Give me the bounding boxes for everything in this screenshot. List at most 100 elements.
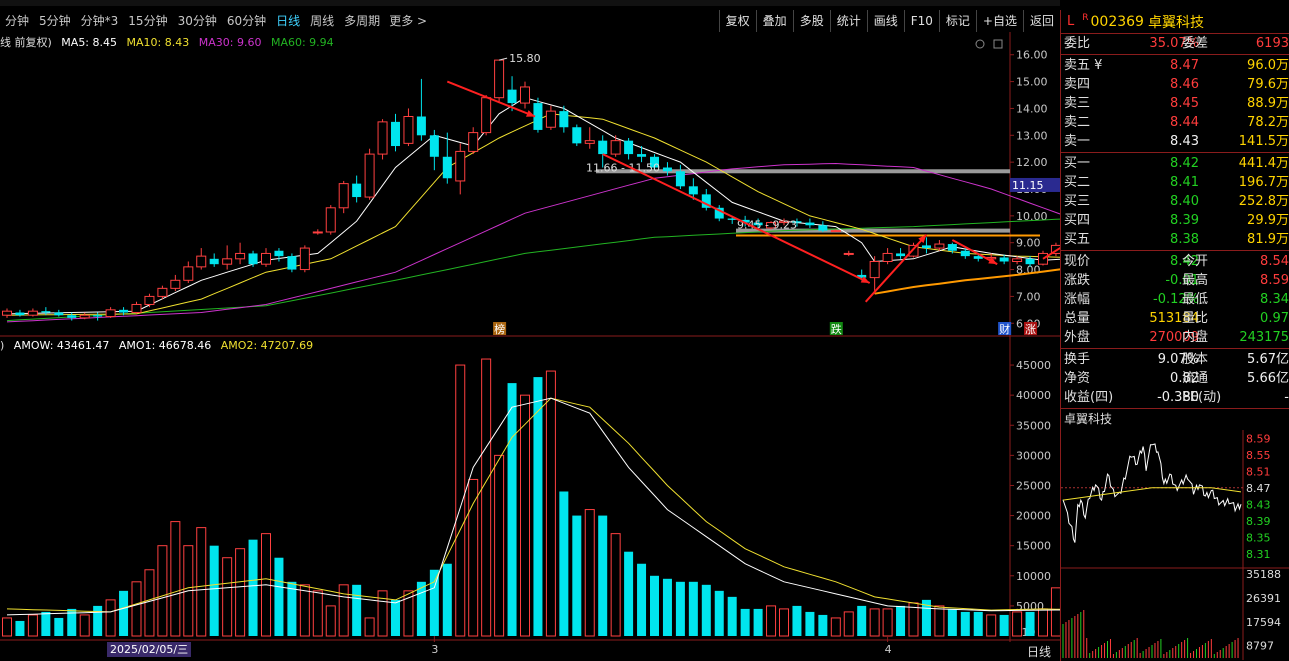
period-tab-7[interactable]: 周线 bbox=[305, 10, 339, 32]
volume-bar bbox=[637, 563, 647, 636]
quote-value-2: 8.59 bbox=[1260, 273, 1289, 288]
period-tab-6[interactable]: 日线 bbox=[271, 10, 305, 32]
tool-button-0[interactable]: 复权 bbox=[718, 10, 756, 32]
quote-value: 8.44 bbox=[1170, 115, 1199, 130]
tool-button-4[interactable]: 画线 bbox=[866, 10, 904, 32]
candle-body bbox=[507, 89, 517, 104]
candle-body bbox=[610, 140, 621, 155]
quote-row: 净资 0.82 流通 5.66亿 bbox=[1061, 369, 1289, 388]
quote-label: 卖四 bbox=[1064, 77, 1091, 92]
candle-body bbox=[869, 261, 880, 279]
vol-tick-label: 15000 bbox=[1016, 540, 1051, 553]
period-tab-2[interactable]: 分钟*3 bbox=[76, 10, 124, 32]
volume-bar bbox=[843, 611, 854, 637]
tool-button-6[interactable]: 标记 bbox=[938, 10, 976, 32]
quote-value-2: 141.5万 bbox=[1238, 134, 1289, 149]
candle-body bbox=[312, 231, 323, 234]
candle-body bbox=[131, 303, 142, 314]
top-strip bbox=[0, 0, 1060, 6]
quote-row: 买三 8.40 252.8万 bbox=[1061, 192, 1289, 211]
settings-icon bbox=[975, 39, 985, 49]
candle-body bbox=[261, 252, 271, 265]
candle-body bbox=[442, 156, 452, 179]
quote-value-2: 8.54 bbox=[1260, 254, 1289, 269]
volume-bar bbox=[209, 545, 219, 636]
volume-bar bbox=[352, 584, 362, 636]
tool-button-3[interactable]: 统计 bbox=[829, 10, 867, 32]
candle-body bbox=[352, 183, 362, 198]
volume-bar bbox=[805, 611, 815, 636]
quote-label: 涨跌 bbox=[1064, 273, 1091, 288]
candle-body bbox=[843, 252, 854, 255]
tool-button-1[interactable]: 叠加 bbox=[755, 10, 793, 32]
candle-body bbox=[675, 171, 685, 187]
mini-vol-tick: 8797 bbox=[1246, 640, 1274, 653]
period-toolbar: 分钟 5分钟 分钟*3 15分钟 30分钟 60分钟 日线 周线 多周期 更多 > 复权 叠加 多股… bbox=[0, 10, 1060, 32]
event-marker-2: 财 bbox=[999, 322, 1010, 336]
candle-body bbox=[688, 186, 698, 195]
period-tab-5[interactable]: 60分钟 bbox=[222, 10, 271, 32]
volume-bar bbox=[1025, 611, 1035, 636]
candle-body bbox=[624, 140, 634, 155]
vol-tick-label: 35000 bbox=[1016, 419, 1051, 432]
quote-separator bbox=[1061, 152, 1289, 153]
mini-price-line bbox=[1062, 443, 1242, 543]
volume-bar bbox=[818, 614, 828, 636]
stock-header: L R 002369 卓翼科技 bbox=[1061, 10, 1289, 34]
period-tab-0[interactable]: 分钟 bbox=[0, 10, 34, 32]
candle-body bbox=[222, 258, 233, 265]
tool-button-2[interactable]: 多股 bbox=[792, 10, 830, 32]
quote-value-2: 196.7万 bbox=[1238, 175, 1289, 190]
candle-body bbox=[494, 59, 505, 99]
price-tick-label: 7.00 bbox=[1016, 290, 1041, 303]
volume-bar bbox=[248, 539, 258, 636]
volume-bar bbox=[442, 563, 452, 636]
volume-bar bbox=[170, 521, 181, 637]
candle-body bbox=[598, 140, 608, 155]
candle-body bbox=[119, 309, 129, 313]
candle-body bbox=[54, 312, 64, 316]
period-tab-1[interactable]: 5分钟 bbox=[34, 10, 76, 32]
quote-value-2: 88.9万 bbox=[1247, 96, 1289, 111]
candle-body bbox=[170, 279, 181, 289]
volume-bar bbox=[507, 383, 517, 636]
quote-value-2: 78.2万 bbox=[1247, 115, 1289, 130]
candle-body bbox=[325, 207, 336, 233]
period-tab-3[interactable]: 15分钟 bbox=[123, 10, 172, 32]
volume-bar bbox=[2, 617, 12, 637]
tool-button-5[interactable]: F10 bbox=[903, 10, 939, 32]
more-periods-button[interactable]: 更多 > bbox=[385, 10, 431, 32]
quote-value: 8.46 bbox=[1170, 77, 1199, 92]
kline-chart[interactable]: 6.007.008.009.0010.0011.0012.0013.0014.0… bbox=[0, 32, 1060, 642]
candle-body bbox=[637, 154, 647, 157]
volume-bar bbox=[675, 581, 685, 636]
mini-vol-tick: 35188 bbox=[1246, 568, 1281, 581]
mini-separator bbox=[1061, 408, 1289, 409]
intraday-chart[interactable]: 8.59 8.55 8.51 8.47 8.43 8.39 8.35 8.31 35188 263… bbox=[1061, 430, 1289, 661]
quote-label: 卖三 bbox=[1064, 96, 1091, 111]
volume-bar bbox=[520, 394, 530, 637]
volume-bar bbox=[869, 608, 880, 637]
quote-value: 8.43 bbox=[1170, 134, 1199, 149]
quote-row: 卖五 ¥ 8.47 96.0万 bbox=[1061, 56, 1289, 75]
quote-rows: 委比 35.07% 委差 6193 卖五 ¥8.47 96.0万 卖四 8.46 79.6万 卖三… bbox=[1061, 34, 1289, 407]
tool-button-8[interactable]: 返回 bbox=[1022, 10, 1060, 32]
volume-bar bbox=[688, 581, 698, 636]
dayline-button[interactable]: 日线 bbox=[1018, 643, 1060, 660]
volume-bar bbox=[533, 377, 543, 636]
quote-row: 换手 9.07% 股本 5.67亿 bbox=[1061, 350, 1289, 369]
period-tab-8[interactable]: 多周期 bbox=[339, 10, 385, 32]
volume-bar bbox=[1012, 611, 1023, 637]
volume-bar bbox=[429, 569, 439, 636]
candle-body bbox=[377, 121, 388, 155]
quote-label-2: PE(动) bbox=[1182, 390, 1222, 405]
tool-button-7[interactable]: +自选 bbox=[975, 10, 1023, 32]
quote-row: 卖四 8.46 79.6万 bbox=[1061, 75, 1289, 94]
event-marker-1: 跌 bbox=[831, 322, 842, 336]
volume-bar bbox=[54, 617, 64, 636]
candle-body bbox=[93, 315, 103, 317]
period-tab-4[interactable]: 30分钟 bbox=[173, 10, 222, 32]
quote-row: 买五 8.38 81.9万 bbox=[1061, 230, 1289, 249]
quote-label: 涨幅 bbox=[1064, 292, 1091, 307]
quote-row: 涨跌 -0.01 最高 8.59 bbox=[1061, 271, 1289, 290]
